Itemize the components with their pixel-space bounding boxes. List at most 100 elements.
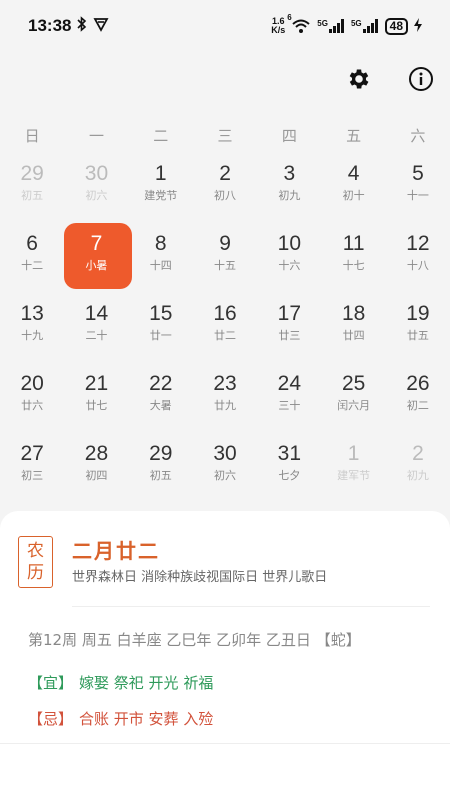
day-cell[interactable]: 10 十六	[257, 224, 321, 294]
weekday-fri: 五	[346, 127, 362, 145]
charging-icon	[414, 17, 422, 36]
wifi-badge: 6	[287, 13, 292, 22]
day-number: 14	[84, 302, 109, 325]
day-cell-selected[interactable]: 7 小暑	[64, 223, 133, 294]
day-cell[interactable]: 15 廿一	[129, 294, 193, 364]
day-lunar-label: 十一	[406, 189, 429, 202]
signal-2: 5G	[351, 19, 379, 33]
toolbar	[344, 64, 436, 94]
day-cell[interactable]: 9 十五	[193, 224, 257, 294]
day-number: 21	[84, 372, 109, 395]
day-cell[interactable]: 2 初八	[193, 154, 257, 224]
day-cell[interactable]: 23 廿九	[193, 364, 257, 434]
day-number: 3	[283, 162, 296, 185]
lunar-badge-line1: 农	[27, 541, 44, 561]
lunar-badge-line2: 历	[27, 563, 44, 583]
status-right: 1.6 K/s 6 5G 5G 48	[271, 13, 422, 36]
day-number: 1	[154, 162, 167, 185]
day-lunar-label: 廿六	[21, 399, 44, 412]
net-speed-unit: K/s	[271, 25, 286, 35]
weekday-wed: 三	[217, 127, 233, 145]
day-cell[interactable]: 3 初九	[257, 154, 321, 224]
info-icon	[409, 67, 433, 91]
day-number: 11	[342, 232, 365, 255]
day-cell[interactable]: 30 初六	[193, 434, 257, 504]
day-cell[interactable]: 18 廿四	[321, 294, 385, 364]
day-lunar-label: 廿九	[214, 399, 237, 412]
day-number: 10	[277, 232, 302, 255]
day-lunar-label: 廿一	[149, 329, 172, 342]
day-lunar-label: 十七	[342, 259, 365, 272]
day-cell[interactable]: 12 十八	[386, 224, 450, 294]
day-lunar-label: 廿七	[85, 399, 108, 412]
day-lunar-label: 廿二	[214, 329, 237, 342]
gear-icon	[349, 69, 369, 89]
day-number: 25	[341, 372, 366, 395]
divider	[72, 606, 430, 607]
day-lunar-label: 初五	[21, 189, 44, 202]
day-cell[interactable]: 2 初九	[386, 434, 450, 504]
day-lunar-label: 初十	[342, 189, 365, 202]
day-cell[interactable]: 28 初四	[64, 434, 128, 504]
day-cell[interactable]: 29 初五	[0, 154, 64, 224]
day-number: 12	[406, 232, 430, 255]
day-lunar-label: 十八	[406, 259, 429, 272]
day-cell[interactable]: 19 廿五	[386, 294, 450, 364]
weekday-thu: 四	[281, 127, 297, 145]
day-number: 18	[341, 302, 366, 325]
signal-1-label: 5G	[317, 19, 328, 28]
day-cell[interactable]: 16 廿二	[193, 294, 257, 364]
signal-1: 5G	[317, 19, 345, 33]
day-cell[interactable]: 17 廿三	[257, 294, 321, 364]
settings-button[interactable]	[344, 64, 374, 94]
weekday-tue: 二	[153, 127, 169, 145]
day-cell[interactable]: 21 廿七	[64, 364, 128, 434]
day-cell[interactable]: 29 初五	[129, 434, 193, 504]
day-cell[interactable]: 8 十四	[129, 224, 193, 294]
day-cell[interactable]: 4 初十	[321, 154, 385, 224]
day-number: 19	[406, 302, 430, 325]
day-cell[interactable]: 1 建党节	[129, 154, 193, 224]
day-cell[interactable]: 5 十一	[386, 154, 450, 224]
bluetooth-icon	[77, 16, 87, 36]
wifi-icon: 6	[287, 13, 311, 34]
weekday-sat: 六	[410, 127, 426, 145]
day-cell[interactable]: 1 建军节	[321, 434, 385, 504]
day-lunar-label: 建党节	[144, 189, 178, 202]
day-lunar-label: 小暑	[85, 259, 108, 272]
signal-bars-icon	[328, 19, 344, 33]
day-lunar-label: 二十	[85, 329, 108, 342]
day-cell[interactable]: 25 闰六月	[321, 364, 385, 434]
day-lunar-label: 十五	[214, 259, 237, 272]
day-lunar-label: 初三	[21, 469, 44, 482]
day-lunar-label: 初八	[214, 189, 237, 202]
lunar-date: 二月廿二	[72, 539, 160, 563]
day-cell[interactable]: 24 三十	[257, 364, 321, 434]
date-info: 第12周 周五 白羊座 乙巳年 乙卯年 乙丑日 【蛇】	[28, 631, 361, 649]
day-cell[interactable]: 11 十七	[321, 224, 385, 294]
day-lunar-label: 初六	[214, 469, 237, 482]
day-cell[interactable]: 22 大暑	[129, 364, 193, 434]
day-lunar-label: 十四	[149, 259, 172, 272]
day-number: 29	[149, 442, 173, 465]
festivals-text: 世界森林日 消除种族歧视国际日 世界儿歌日	[72, 570, 328, 585]
day-cell[interactable]: 31 七夕	[257, 434, 321, 504]
day-number: 31	[277, 442, 302, 465]
info-button[interactable]	[406, 64, 436, 94]
day-cell[interactable]: 30 初六	[64, 154, 128, 224]
day-lunar-label: 廿五	[406, 329, 429, 342]
status-left: 13:38	[28, 16, 110, 36]
day-cell[interactable]: 20 廿六	[0, 364, 64, 434]
signal-bars-icon	[362, 19, 378, 33]
day-cell[interactable]: 27 初三	[0, 434, 64, 504]
day-lunar-label: 初二	[406, 399, 429, 412]
weekday-header: 日 一 二 三 四 五 六	[0, 122, 450, 150]
day-number: 24	[277, 372, 302, 395]
day-cell[interactable]: 13 十九	[0, 294, 64, 364]
day-lunar-label: 初五	[149, 469, 172, 482]
day-lunar-label: 十九	[21, 329, 44, 342]
day-cell[interactable]: 6 十二	[0, 224, 64, 294]
day-cell[interactable]: 14 二十	[64, 294, 128, 364]
day-lunar-label: 初四	[85, 469, 108, 482]
day-cell[interactable]: 26 初二	[386, 364, 450, 434]
